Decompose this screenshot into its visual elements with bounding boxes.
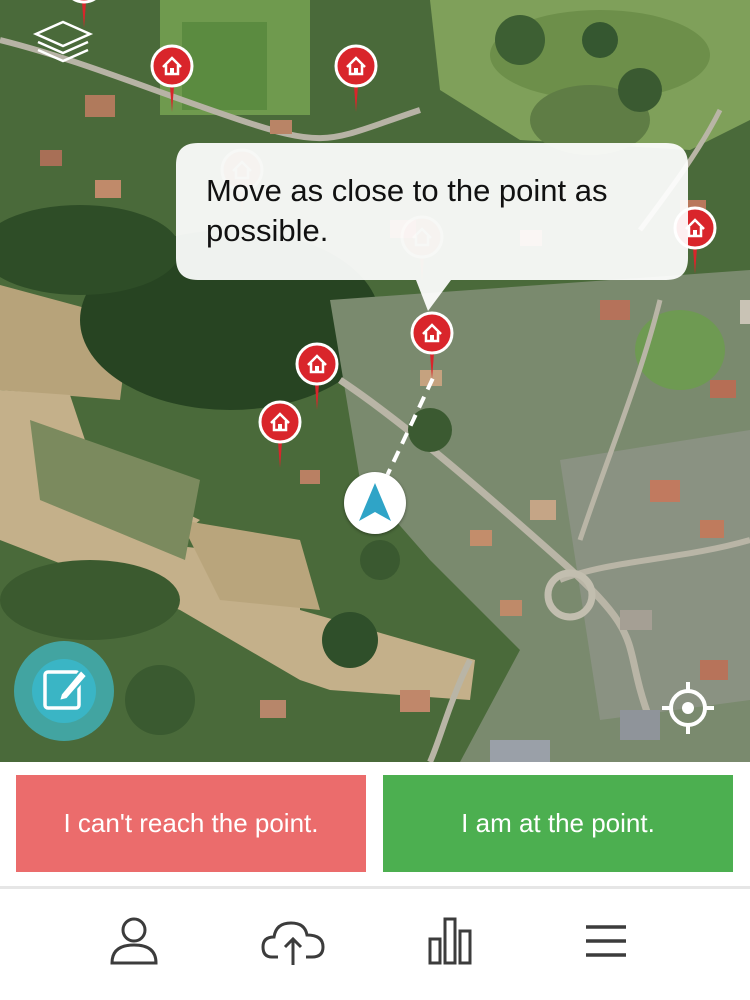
- menu-icon: [586, 925, 626, 957]
- user-icon: [110, 917, 158, 965]
- nav-profile[interactable]: [99, 915, 169, 971]
- bottom-navigation: [0, 889, 750, 1000]
- center-location-button[interactable]: [660, 680, 716, 736]
- nav-menu[interactable]: [571, 915, 641, 971]
- house-point-marker[interactable]: [150, 44, 194, 114]
- satellite-imagery: [0, 0, 750, 762]
- action-bar: I can't reach the point. I am at the poi…: [0, 762, 750, 886]
- instruction-tooltip: Move as close to the point as possible.: [176, 143, 688, 311]
- instruction-text: Move as close to the point as possible.: [206, 173, 608, 248]
- house-point-marker[interactable]: [334, 44, 378, 114]
- add-note-button[interactable]: [14, 641, 114, 741]
- edit-icon: [43, 668, 89, 710]
- nav-statistics[interactable]: [416, 915, 486, 971]
- layers-icon: [32, 20, 94, 63]
- crosshair-icon: [662, 682, 714, 734]
- bar-chart-icon: [428, 917, 472, 965]
- user-location-marker: [344, 472, 406, 534]
- target-point-marker[interactable]: [410, 311, 454, 381]
- nav-upload[interactable]: [258, 915, 328, 971]
- at-point-button[interactable]: I am at the point.: [383, 775, 733, 872]
- house-point-marker[interactable]: [258, 400, 302, 470]
- navigation-arrow-icon: [359, 483, 391, 521]
- map-view[interactable]: Move as close to the point as possible.: [0, 0, 750, 762]
- layers-button[interactable]: [30, 18, 96, 70]
- cant-reach-point-button[interactable]: I can't reach the point.: [16, 775, 366, 872]
- cloud-upload-icon: [261, 921, 325, 965]
